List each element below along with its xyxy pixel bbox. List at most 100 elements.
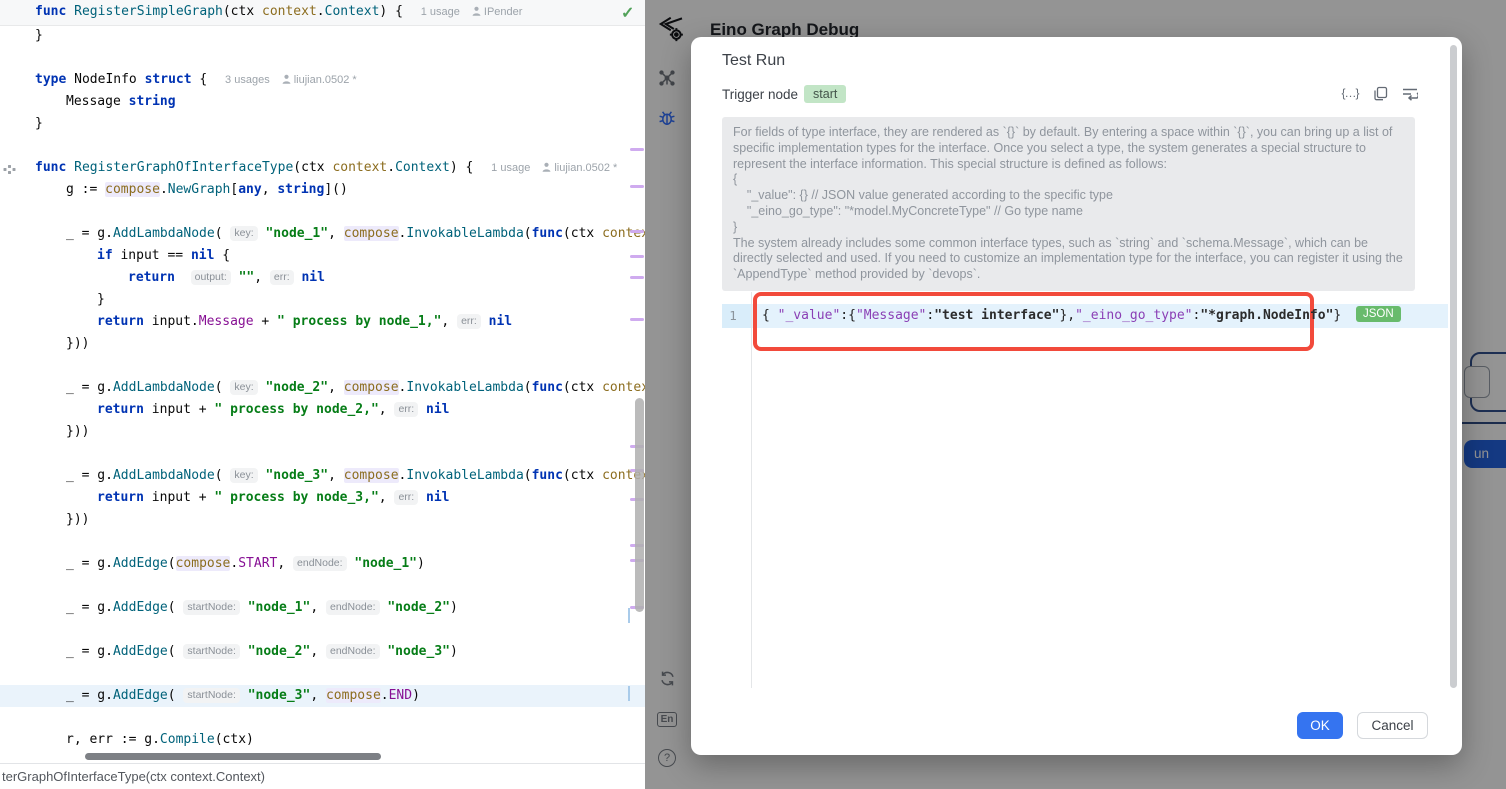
code-token: (ctx <box>223 4 262 19</box>
code-token <box>240 644 248 659</box>
code-token: string <box>129 94 176 109</box>
code-token: "node_3" <box>387 644 450 659</box>
code-token <box>418 402 426 417</box>
vcs-change-marker <box>630 276 644 279</box>
sticky-function-line[interactable]: func RegisterSimpleGraph(ctx context.Con… <box>0 0 645 26</box>
vcs-change-marker <box>630 318 644 321</box>
code-lines: } type NodeInfo struct { 3 usagesliujian.… <box>0 25 645 751</box>
code-token: input == <box>113 248 191 263</box>
json-input-line[interactable]: { "_value":{"Message":"test interface"},… <box>762 304 1341 328</box>
code-token: (ctx <box>293 160 332 175</box>
code-token: ) <box>417 556 425 571</box>
code-line[interactable] <box>0 355 645 377</box>
code-line[interactable]: Message string <box>0 91 645 113</box>
code-token: ) <box>450 644 458 659</box>
code-token: . <box>160 182 168 197</box>
code-line[interactable]: _ = g.AddLambdaNode( key: "node_2", comp… <box>0 377 645 399</box>
code-line[interactable]: })) <box>0 421 645 443</box>
code-token: context <box>332 160 387 175</box>
code-line[interactable]: r, err := g.Compile(ctx) <box>0 729 645 751</box>
code-token: })) <box>66 512 89 527</box>
editor-horizontal-scrollbar[interactable] <box>85 753 381 760</box>
code-token: context <box>262 4 317 19</box>
code-token: ( <box>215 226 231 241</box>
code-token: , <box>310 688 326 703</box>
code-token: _ = g. <box>66 556 113 571</box>
code-line[interactable]: })) <box>0 509 645 531</box>
json-token: "test interface" <box>934 308 1059 323</box>
code-line[interactable]: func RegisterGraphOfInterfaceType(ctx co… <box>0 157 645 179</box>
code-line[interactable]: _ = g.AddEdge( startNode: "node_1", endN… <box>0 597 645 619</box>
code-line[interactable]: })) <box>0 333 645 355</box>
code-line[interactable]: } <box>0 25 645 47</box>
code-token: + <box>254 314 277 329</box>
trigger-node-badge[interactable]: start <box>804 85 846 103</box>
code-token: g := <box>66 182 105 197</box>
json-token: "_value" <box>778 308 841 323</box>
inspection-ok-icon[interactable]: ✓ <box>621 3 634 23</box>
code-token: _ = g. <box>66 468 113 483</box>
code-token: AddEdge <box>113 688 168 703</box>
copy-icon[interactable] <box>1371 84 1389 102</box>
code-token: AddLambdaNode <box>113 226 215 241</box>
code-token: compose <box>176 556 231 571</box>
code-line[interactable]: return input + " process by node_3,", er… <box>0 487 645 509</box>
screen: func RegisterSimpleGraph(ctx context.Con… <box>0 0 1506 789</box>
code-line[interactable] <box>0 663 645 685</box>
code-token: _ = g. <box>66 380 113 395</box>
code-token <box>240 688 248 703</box>
code-token: return <box>97 402 144 417</box>
code-line[interactable] <box>0 619 645 641</box>
code-token: ) <box>412 688 420 703</box>
code-token: " process by node_1," <box>277 314 441 329</box>
code-line[interactable]: type NodeInfo struct { 3 usagesliujian.0… <box>0 69 645 91</box>
code-line[interactable]: _ = g.AddLambdaNode( key: "node_1", comp… <box>0 223 645 245</box>
json-token: : <box>840 308 848 323</box>
code-token: { <box>214 248 230 263</box>
code-line[interactable]: return input + " process by node_2,", er… <box>0 399 645 421</box>
code-token: ( <box>168 600 184 615</box>
dialog-scrollbar[interactable] <box>1450 45 1457 688</box>
code-line[interactable] <box>0 575 645 597</box>
code-line[interactable] <box>0 531 645 553</box>
cancel-button[interactable]: Cancel <box>1357 712 1428 739</box>
code-token: (ctx <box>563 380 602 395</box>
code-line[interactable] <box>0 135 645 157</box>
dialog-title: Test Run <box>722 52 785 70</box>
code-token: "node_2" <box>248 644 311 659</box>
code-token: , <box>379 402 395 417</box>
json-input-editor: 1 { "_value":{"Message":"test interface"… <box>722 292 1456 688</box>
code-token: Message <box>199 314 254 329</box>
code-line[interactable]: _ = g.AddEdge( startNode: "node_2", endN… <box>0 641 645 663</box>
code-token: NodeInfo <box>74 72 144 87</box>
code-token: input. <box>144 314 199 329</box>
code-token: startNode: <box>183 688 239 703</box>
code-line[interactable]: _ = g.AddLambdaNode( key: "node_3", comp… <box>0 465 645 487</box>
line-number: 1 <box>722 304 744 328</box>
code-line[interactable]: g := compose.NewGraph[any, string]() <box>0 179 645 201</box>
interface-info-box: For fields of type interface, they are r… <box>722 117 1415 291</box>
code-token: err: <box>394 402 418 417</box>
format-wrap-icon[interactable] <box>1401 84 1419 102</box>
code-line[interactable]: return output: "", err: nil <box>0 267 645 289</box>
code-token: endNode: <box>293 556 347 571</box>
code-line[interactable]: } <box>0 289 645 311</box>
code-line[interactable] <box>0 443 645 465</box>
graph-gutter-icon[interactable] <box>3 162 16 179</box>
code-line[interactable]: return input.Message + " process by node… <box>0 311 645 333</box>
code-line[interactable]: if input == nil { <box>0 245 645 267</box>
code-line[interactable] <box>0 47 645 69</box>
code-line-active[interactable]: _ = g.AddEdge( startNode: "node_3", comp… <box>0 685 645 707</box>
code-line[interactable]: } <box>0 113 645 135</box>
editor-vertical-scrollbar[interactable] <box>635 398 644 612</box>
ok-button[interactable]: OK <box>1297 712 1343 739</box>
code-token: context <box>602 380 645 395</box>
code-token: struct <box>145 72 192 87</box>
code-token: })) <box>66 424 89 439</box>
braces-icon[interactable]: {…} <box>1341 84 1359 102</box>
code-token: nil <box>426 490 449 505</box>
code-line[interactable]: _ = g.AddEdge(compose.START, endNode: "n… <box>0 553 645 575</box>
code-line[interactable] <box>0 707 645 729</box>
code-line[interactable] <box>0 201 645 223</box>
code-token: nil <box>191 248 214 263</box>
